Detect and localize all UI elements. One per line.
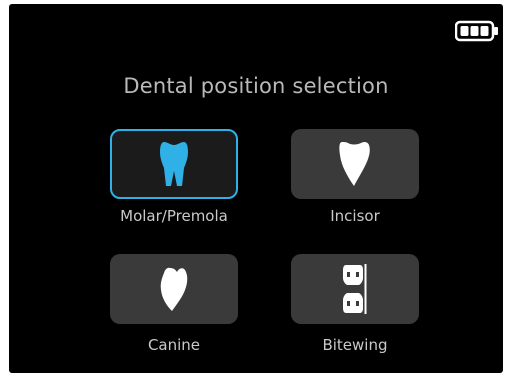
- incisor-tooth-icon: [339, 141, 370, 186]
- option-molar-premola-label: Molar/Premola: [120, 207, 228, 225]
- option-canine-label: Canine: [147, 336, 201, 354]
- molar-tooth-icon: [160, 142, 188, 186]
- canine-tooth-icon: [160, 267, 188, 311]
- device-screen: Dental position selection Molar/Premola …: [9, 4, 503, 373]
- option-canine[interactable]: [110, 254, 238, 324]
- option-incisor[interactable]: [291, 129, 419, 199]
- option-incisor-label: Incisor: [330, 207, 380, 225]
- bitewing-icon: [343, 264, 367, 314]
- option-bitewing-label: Bitewing: [322, 336, 388, 354]
- page-title: Dental position selection: [123, 74, 389, 98]
- option-molar-premola[interactable]: [110, 129, 238, 199]
- battery-icon: [455, 20, 498, 42]
- option-bitewing[interactable]: [291, 254, 419, 324]
